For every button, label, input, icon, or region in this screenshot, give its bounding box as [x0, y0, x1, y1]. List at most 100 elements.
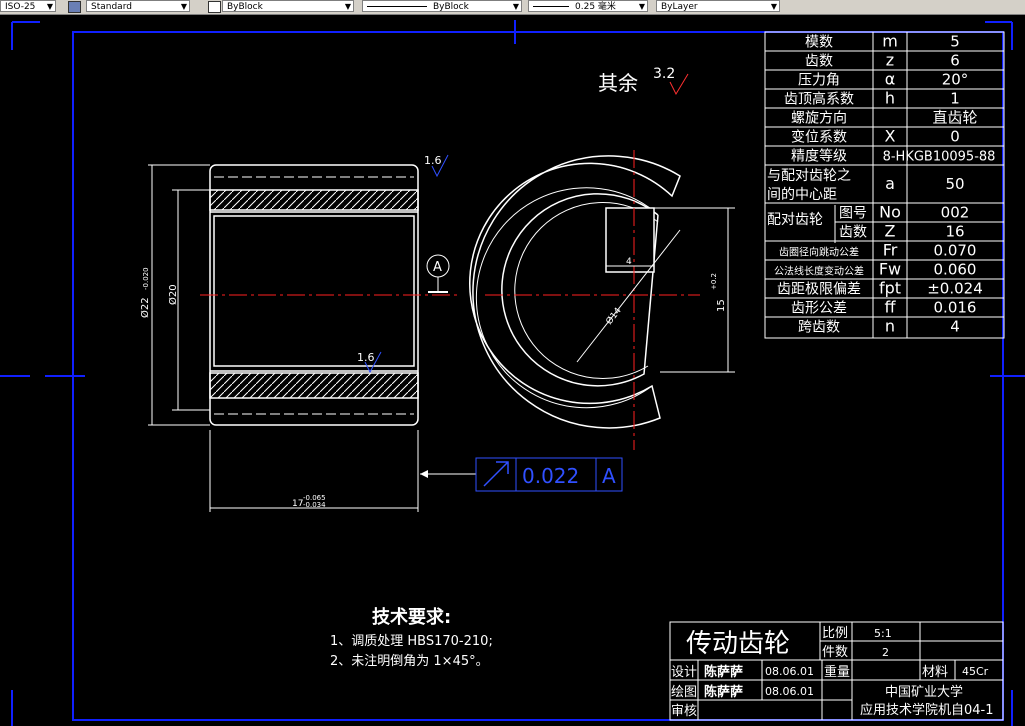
- linetype-value: ByBlock: [433, 2, 469, 12]
- table-cell-name: 间的中心距: [767, 187, 837, 203]
- table-cell-symbol: m: [882, 32, 898, 51]
- side-view: [469, 155, 681, 429]
- properties-toolbar: ISO-25 ▼ Standard ▼ ByBlock ▼ ByBlock ▼ 0.25…: [0, 0, 1025, 15]
- table-cell-name: 螺旋方向: [791, 111, 847, 127]
- technical-requirements: 技术要求: 1、调质处理 HBS170-210; 2、未注明倒角为 1×45°。: [330, 606, 493, 669]
- table-cell-name: 精度等级: [791, 148, 847, 165]
- table-cell-symbol: No: [879, 203, 901, 222]
- dim-inner-text: Ø20: [167, 284, 179, 305]
- tolerance-frame: 0.022 A: [420, 457, 623, 492]
- section-hatch-top: [209, 189, 419, 211]
- dim-length-text: 17: [292, 499, 303, 509]
- scale-label: 比例: [822, 626, 848, 641]
- table-cell-name: 跨齿数: [798, 320, 840, 336]
- tech-title: 技术要求:: [372, 606, 451, 628]
- dim-bore-text: Ø14: [604, 305, 624, 327]
- table-cell-sub: 图号: [839, 206, 867, 222]
- draw-date: 08.06.01: [765, 685, 814, 698]
- runout-arrow-icon: [483, 461, 509, 487]
- table-cell-name: 齿数: [805, 54, 833, 70]
- school-class: 应用技术学院机自04-1: [860, 702, 994, 718]
- chevron-down-icon: ▼: [512, 2, 519, 11]
- table-cell-symbol: a: [885, 174, 895, 193]
- plotstyle-value: ByLayer: [661, 2, 698, 12]
- table-cell-value: 8-HKGB10095-88: [883, 150, 996, 165]
- table-cell-name: 齿距极限偏差: [777, 282, 861, 298]
- chevron-down-icon: ▼: [46, 2, 53, 11]
- table-cell-name: 模数: [805, 35, 833, 51]
- title-block-text: 传动齿轮 比例 5:1 件数 2 设计 陈萨萨 08.06.01 重量 材料 4…: [671, 626, 994, 719]
- table-cell-value: 0.016: [934, 299, 977, 317]
- textstyle-dropdown[interactable]: Standard ▼: [86, 0, 190, 12]
- table-cell-symbol: X: [885, 127, 896, 146]
- table-cell-value: ±0.024: [927, 280, 983, 298]
- arrow-icon: [420, 470, 428, 478]
- qty-value: 2: [882, 646, 889, 659]
- tech-line-2: 2、未注明倒角为 1×45°。: [330, 654, 489, 669]
- table-cell-value: 0: [950, 128, 960, 146]
- surface-finish-note: 其余 3.2: [598, 66, 689, 96]
- table-cell-value: 直齿轮: [932, 109, 977, 127]
- draw-label: 绘图: [671, 685, 697, 700]
- table-cell-name: 公法线长度变动公差: [774, 265, 864, 278]
- dim-length-tol-bot: -0.034: [303, 501, 326, 509]
- textstyle-value: Standard: [91, 2, 132, 12]
- dim-keyway-width-text: 4: [626, 257, 632, 267]
- table-cell-value: 20°: [942, 71, 969, 89]
- material-label: 材料: [922, 665, 948, 680]
- datum-symbol: A: [426, 254, 450, 293]
- dimstyle-dropdown[interactable]: ISO-25 ▼: [0, 0, 56, 12]
- roughness-1-text: 1.6: [424, 154, 442, 167]
- dimstyle-value: ISO-25: [5, 2, 36, 12]
- table-cell-sub: 齿数: [839, 225, 867, 241]
- textstyle-icon[interactable]: [68, 1, 81, 13]
- dim-keyway-depth-text: 15: [716, 299, 727, 312]
- drawing-canvas[interactable]: 其余 3.2 Ø22 -0.020 Ø20 17 -0.065 -0.034 1…: [0, 14, 1025, 726]
- chevron-down-icon: ▼: [638, 2, 645, 11]
- tolerance-datum: A: [602, 464, 616, 488]
- chevron-down-icon: ▼: [180, 2, 187, 11]
- table-cell-name: 变位系数: [791, 130, 847, 146]
- lineweight-dropdown[interactable]: 0.25 毫米 ▼: [528, 0, 648, 12]
- material-value: 45Cr: [962, 665, 989, 678]
- sheet-border: [0, 20, 1025, 726]
- tolerance-value: 0.022: [522, 464, 579, 488]
- table-cell-name: 齿形公差: [791, 301, 847, 317]
- color-swatch-icon: [208, 1, 221, 13]
- tech-line-1: 1、调质处理 HBS170-210;: [330, 634, 493, 649]
- table-cell-name: 齿圈径向跳动公差: [779, 246, 859, 259]
- plotstyle-dropdown[interactable]: ByLayer ▼: [656, 0, 780, 12]
- qty-label: 件数: [822, 645, 848, 660]
- table-cell-name: 与配对齿轮之: [767, 168, 851, 184]
- table-cell-name: 配对齿轮: [767, 212, 823, 228]
- table-cell-value: 5: [950, 33, 960, 51]
- color-value: ByBlock: [227, 2, 263, 12]
- table-cell-name: 压力角: [798, 73, 840, 89]
- design-label: 设计: [671, 665, 697, 680]
- dim-outer-text: Ø22: [139, 297, 151, 318]
- table-cell-value: 4: [950, 318, 960, 336]
- table-cell-value: 0.070: [934, 242, 977, 260]
- design-date: 08.06.01: [765, 665, 814, 678]
- lineweight-value: 0.25 毫米: [575, 2, 616, 12]
- designer-name: 陈萨萨: [704, 664, 743, 680]
- color-dropdown[interactable]: ByBlock ▼: [222, 0, 354, 12]
- dim-outer-tol: -0.020: [142, 267, 150, 290]
- section-hatch-bottom: [209, 372, 419, 399]
- part-name: 传动齿轮: [686, 629, 790, 659]
- review-label: 审核: [671, 704, 697, 719]
- linetype-sample: [367, 6, 427, 7]
- lineweight-sample: [533, 6, 569, 7]
- table-cell-value: 1: [950, 90, 960, 108]
- table-cell-value: 0.060: [934, 261, 977, 279]
- table-cell-name: 齿顶高系数: [784, 91, 854, 108]
- datum-letter: A: [433, 260, 442, 275]
- table-cell-symbol: Z: [885, 222, 896, 241]
- front-dimensions: [148, 164, 419, 512]
- table-cell-symbol: n: [885, 317, 895, 336]
- linetype-dropdown[interactable]: ByBlock ▼: [362, 0, 522, 12]
- surface-finish-value: 3.2: [653, 66, 675, 82]
- gear-rim-inner: [469, 162, 673, 404]
- table-cell-symbol: ff: [884, 298, 896, 317]
- table-cell-symbol: Fw: [879, 260, 901, 279]
